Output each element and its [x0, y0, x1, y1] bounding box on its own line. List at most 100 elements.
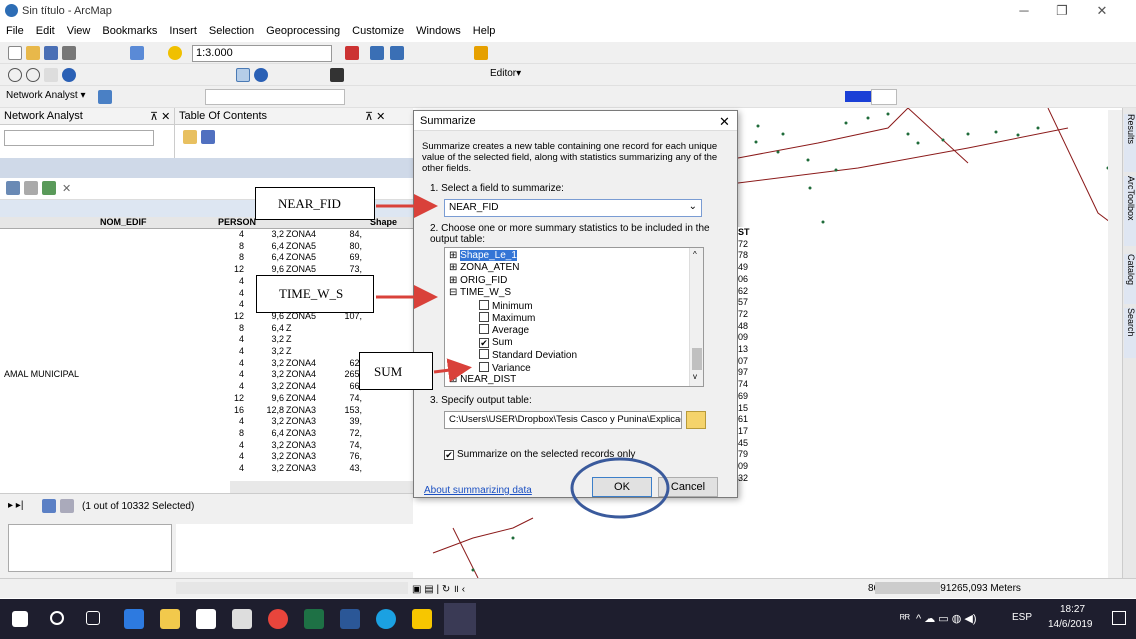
full-extent-icon[interactable]: [62, 68, 76, 82]
close-window-button[interactable]: ✕: [1086, 0, 1118, 22]
python-icon[interactable]: [474, 46, 488, 60]
edge-icon[interactable]: [124, 609, 144, 629]
tree-item[interactable]: Average: [479, 324, 529, 336]
tree-item[interactable]: Maximum: [479, 312, 535, 324]
store-icon[interactable]: [196, 609, 216, 629]
collapse-icon[interactable]: ⊟: [449, 287, 460, 298]
chrome-icon[interactable]: [268, 609, 288, 629]
tray-icons[interactable]: ᴿᴿ ^ ☁ ▭ ◍ ◀): [900, 612, 983, 625]
zoom-in-icon[interactable]: [8, 68, 22, 82]
tab-arctoolbox[interactable]: ArcToolbox: [1124, 176, 1136, 246]
clock-time[interactable]: 18:27: [1060, 604, 1085, 615]
map-hscroll[interactable]: [875, 582, 940, 594]
sticky-notes-icon[interactable]: [412, 609, 432, 629]
table-row[interactable]: 4 3,2 ZONA4 62,: [0, 358, 413, 369]
tab-catalog[interactable]: Catalog: [1124, 254, 1136, 304]
table-row[interactable]: 4 3,2 ZONA4 84,: [0, 229, 413, 240]
show-selected-records-icon[interactable]: [60, 499, 74, 513]
identify-icon[interactable]: [254, 68, 268, 82]
restore-button[interactable]: ❐: [1046, 0, 1078, 22]
save-icon[interactable]: [44, 46, 58, 60]
statistic-checkbox[interactable]: [479, 299, 489, 310]
tree-item[interactable]: ⊞ ORIG_FID: [449, 275, 507, 287]
statistic-checkbox[interactable]: [479, 349, 489, 360]
selected-only-checkbox[interactable]: ✔ Summarize on the selected records only: [444, 449, 635, 460]
zoom-out-icon[interactable]: [26, 68, 40, 82]
table-row[interactable]: 4 3,2 ZONA3 76,: [0, 451, 413, 462]
lang-indicator[interactable]: ESP: [1012, 612, 1032, 623]
table-row[interactable]: 8 6,4 ZONA3 72,: [0, 428, 413, 439]
menu-file[interactable]: File: [0, 22, 30, 37]
col-person[interactable]: PERSON: [218, 217, 256, 227]
table-row[interactable]: 4 3,2 Z: [0, 346, 413, 357]
menu-customize[interactable]: Customize: [346, 22, 410, 37]
arctoolbox-icon[interactable]: [345, 46, 359, 60]
layout-hscroll[interactable]: [176, 582, 408, 594]
menu-selection[interactable]: Selection: [203, 22, 260, 37]
record-nav[interactable]: ▸ ▸|: [8, 500, 23, 511]
clock-date[interactable]: 14/6/2019: [1048, 619, 1093, 630]
col-nom-edif[interactable]: NOM_EDIF: [100, 217, 147, 227]
network-window-icon[interactable]: [98, 90, 112, 104]
cancel-button[interactable]: Cancel: [658, 477, 718, 497]
search-window-icon[interactable]: [390, 46, 404, 60]
table-row[interactable]: 8 6,4 ZONA5 69,: [0, 252, 413, 263]
menu-help[interactable]: Help: [467, 22, 502, 37]
arcmap-taskbar-icon[interactable]: [444, 603, 476, 635]
show-all-records-icon[interactable]: [42, 499, 56, 513]
network-analyst-menu[interactable]: Network Analyst ▾: [6, 90, 86, 101]
statistics-tree[interactable]: ⊞ Shape_Le_1 ⊞ ZONA_ATEN ⊞ ORIG_FID ⊟ TIME_…: [444, 247, 704, 387]
pan-icon[interactable]: [44, 68, 58, 82]
list-by-source-icon[interactable]: [201, 130, 215, 144]
help-link[interactable]: About summarizing data: [424, 485, 532, 496]
dialog-close-icon[interactable]: ✕: [719, 114, 730, 130]
menu-geoprocessing[interactable]: Geoprocessing: [260, 22, 346, 37]
list-by-drawing-icon[interactable]: [183, 130, 197, 144]
table-row[interactable]: 4 3,2 ZONA3 74,: [0, 440, 413, 451]
summarize-field-select[interactable]: NEAR_FID ⌄: [444, 199, 702, 217]
table-row[interactable]: 16 12,8 ZONA3 153,: [0, 405, 413, 416]
tree-item[interactable]: ⊞ Shape_Le_1: [449, 250, 517, 262]
new-doc-icon[interactable]: [8, 46, 22, 60]
table-row[interactable]: 4 3,2 ZONA3 43,: [0, 463, 413, 474]
notification-icon[interactable]: [1112, 611, 1126, 625]
color-swatch[interactable]: [845, 91, 871, 102]
table-row[interactable]: 4 3,2 Z: [0, 334, 413, 345]
view-switch-icon[interactable]: ▣ ▤ | ↻ ॥ ‹: [412, 581, 465, 595]
tab-results[interactable]: Results: [1124, 114, 1136, 172]
table-row[interactable]: 8 6,4 Z: [0, 323, 413, 334]
tree-item[interactable]: ⊞ ZONA_ATEN: [449, 262, 519, 274]
statistic-checkbox[interactable]: [479, 324, 489, 335]
menu-bookmarks[interactable]: Bookmarks: [96, 22, 163, 37]
map-view[interactable]: [738, 108, 1122, 578]
scale-input[interactable]: 1:3.000: [192, 45, 332, 62]
table-row[interactable]: 4 3,2 ZONA3 39,: [0, 416, 413, 427]
add-data-icon[interactable]: [168, 46, 182, 60]
statistic-checkbox[interactable]: [479, 312, 489, 322]
menu-windows[interactable]: Windows: [410, 22, 467, 37]
table-close-icon[interactable]: ✕: [62, 182, 71, 195]
table-options-icon[interactable]: [6, 181, 20, 195]
table-row[interactable]: 12 9,6 ZONA4 74,: [0, 393, 413, 404]
open-icon[interactable]: [26, 46, 40, 60]
search-icon[interactable]: [50, 611, 64, 625]
ie-icon[interactable]: [376, 609, 396, 629]
expand-icon[interactable]: ⊞: [449, 250, 460, 261]
network-analyst-select[interactable]: [4, 130, 154, 146]
select-by-attributes-icon[interactable]: [42, 181, 56, 195]
menu-edit[interactable]: Edit: [30, 22, 61, 37]
toc-close-icon[interactable]: ⊼ ✕: [365, 110, 385, 123]
find-icon[interactable]: [330, 68, 344, 82]
mail-icon[interactable]: [232, 609, 252, 629]
tab-search[interactable]: Search: [1124, 308, 1136, 358]
word-icon[interactable]: [340, 609, 360, 629]
minimize-button[interactable]: ─: [1008, 0, 1040, 22]
pin-close-icon[interactable]: ⊼ ✕: [150, 110, 170, 123]
task-view-icon[interactable]: [86, 611, 100, 625]
expand-icon[interactable]: ⊞: [449, 262, 460, 273]
menu-view[interactable]: View: [61, 22, 97, 37]
windows-start-icon[interactable]: [12, 611, 28, 627]
table-row[interactable]: 12 9,6 ZONA5 73,: [0, 264, 413, 275]
statistic-checkbox[interactable]: [479, 361, 489, 372]
undo-icon[interactable]: [130, 46, 144, 60]
